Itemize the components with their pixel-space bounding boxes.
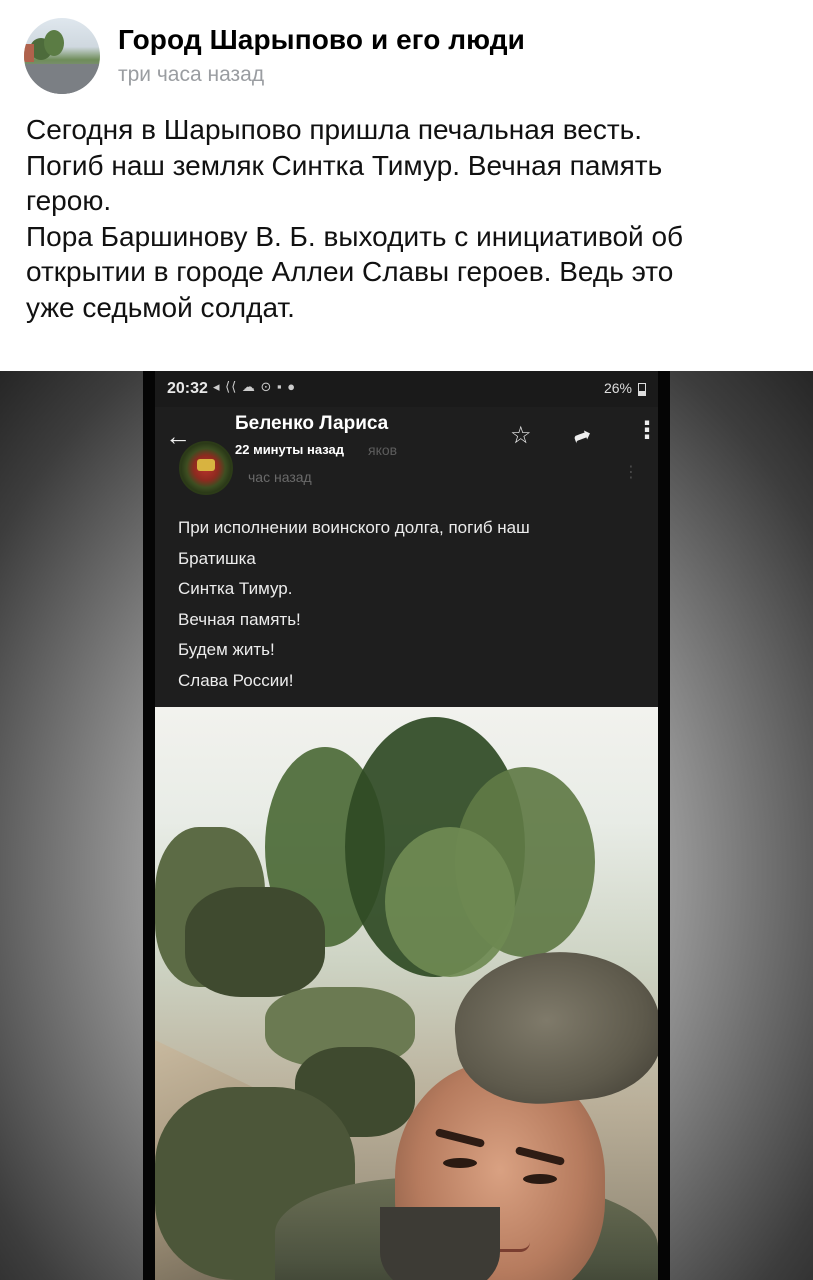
group-name[interactable]: Город Шарыпово и его люди: [118, 24, 525, 56]
message-line: Вечная память!: [178, 609, 301, 629]
post-text: Сегодня в Шарыпово пришла печальная вест…: [26, 112, 796, 325]
ghost-menu-icon: ⋮: [623, 464, 639, 481]
battery-percent: 26%: [603, 380, 632, 396]
message-line: Братишка: [178, 548, 256, 568]
post-text-line: Пора Баршинову В. Б. выходить с инициати…: [26, 220, 684, 252]
app-bar: ← Беленко Лариса 22 минуты назад яков ча…: [155, 407, 659, 495]
post-photo[interactable]: 20:32 ◂ ⟨⟨ ☁ ⊙ ▪ ● 26% ← Беленко Лариса …: [0, 371, 813, 1280]
share-arrow-icon: ➦: [569, 420, 595, 451]
ghost-name-fragment: яков: [368, 442, 398, 458]
status-time: 20:32: [167, 380, 208, 397]
more-vertical-icon: ⋮: [635, 417, 659, 444]
author-name: Беленко Лариса: [235, 413, 389, 434]
message-line: При исполнении воинского долга, погиб на…: [178, 518, 530, 537]
message-text: При исполнении воинского долга, погиб на…: [178, 513, 648, 696]
status-bar: 20:32 ◂ ⟨⟨ ☁ ⊙ ▪ ● 26%: [155, 371, 658, 407]
message-line: Будем жить!: [178, 640, 275, 659]
battery-icon: [638, 383, 646, 396]
notification-icons: ◂ ⟨⟨ ☁ ⊙ ▪ ●: [213, 379, 297, 394]
message-line: Синтка Тимур.: [178, 579, 293, 598]
author-time: 22 минуты назад: [235, 442, 345, 457]
post-text-line: герою.: [26, 185, 112, 216]
post-header: Город Шарыпово и его люди три часа назад: [0, 0, 813, 110]
post-text-line: Сегодня в Шарыпово пришла печальная вест…: [26, 114, 643, 145]
soldier-photo: [155, 707, 658, 1280]
post-text-line: уже седьмой солдат.: [26, 291, 295, 323]
post-text-line: открытии в городе Аллеи Славы героев. Ве…: [26, 256, 674, 287]
star-outline-icon: ☆: [510, 422, 532, 449]
post-text-line: Погиб наш земляк Синтка Тимур. Вечная па…: [26, 149, 663, 181]
group-avatar[interactable]: [24, 18, 100, 94]
ghost-time: час назад: [248, 469, 312, 485]
post-time[interactable]: три часа назад: [118, 63, 264, 87]
phone-screenshot: 20:32 ◂ ⟨⟨ ☁ ⊙ ▪ ● 26% ← Беленко Лариса …: [143, 371, 670, 1280]
message-line: Слава России!: [178, 670, 294, 690]
phone-screen: 20:32 ◂ ⟨⟨ ☁ ⊙ ▪ ● 26% ← Беленко Лариса …: [155, 371, 659, 1280]
author-avatar: [179, 441, 233, 495]
